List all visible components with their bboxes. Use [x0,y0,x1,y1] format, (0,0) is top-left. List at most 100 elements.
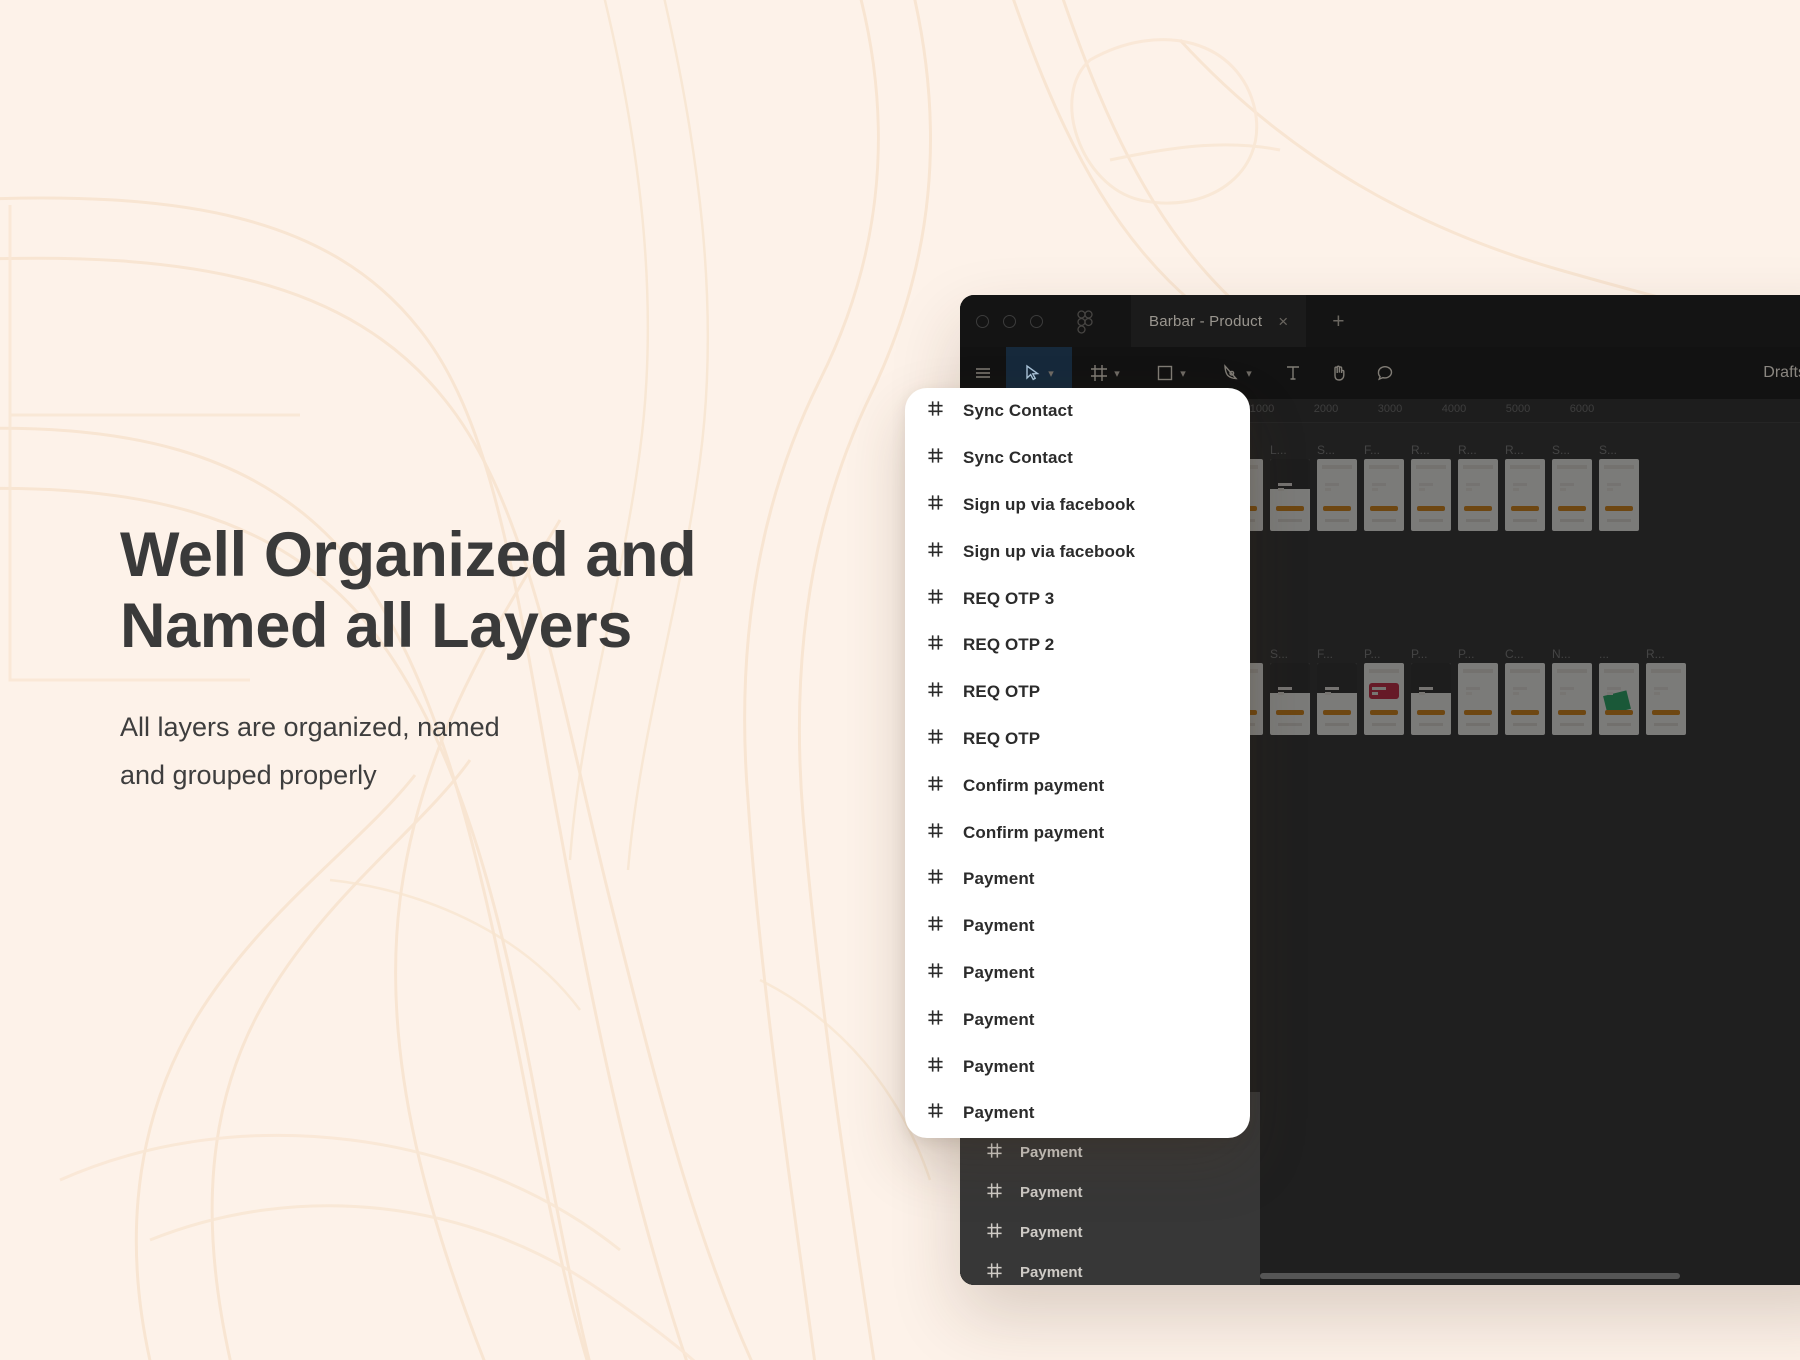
layer-item-label: Payment [1020,1183,1083,1201]
frame-label: R... [1458,443,1477,457]
text-icon[interactable] [1270,347,1316,399]
layer-list-item[interactable]: Payment [905,996,1250,1043]
page-subtitle: All layers are organized, named and grou… [120,712,500,791]
layer-item-label: Payment [1020,1143,1083,1161]
layer-item-label: Payment [963,916,1035,936]
frame-label: S... [1552,443,1571,457]
artboard-thumbnail[interactable] [1317,663,1357,735]
page-root: Well Organized and Named all Layers All … [0,0,1800,1360]
artboard-thumbnail[interactable] [1599,663,1639,735]
layer-list-item[interactable]: REQ OTP 3 [905,575,1250,622]
frame-label: F... [1317,647,1334,661]
layer-item-label: Sync Contact [963,448,1073,468]
frame-hash-icon [927,1009,944,1031]
layer-list-item[interactable]: Sync Contact [905,388,1250,435]
layer-item-label: Sign up via facebook [963,541,1136,561]
window-controls[interactable] [976,314,1043,328]
layer-item-label: Payment [963,1056,1035,1076]
layer-list-item[interactable]: Payment [905,856,1250,903]
artboard-thumbnail[interactable] [1552,459,1592,531]
layer-list-item[interactable]: Payment [960,1172,1260,1212]
layer-list-item[interactable]: Sync Contact [905,435,1250,482]
frame-hash-icon [927,400,944,422]
layer-item-label: Confirm payment [963,775,1105,795]
ruler-tick-label: 2000 [1313,403,1339,415]
hand-icon[interactable] [1316,347,1362,399]
layers-popup[interactable]: Sync Contact Sync Contact Sign up via face… [905,388,1250,1138]
layer-list-item[interactable]: Payment [905,903,1250,950]
horizontal-scrollbar[interactable] [1260,1273,1680,1279]
artboard-thumbnail[interactable] [1270,459,1310,531]
breadcrumb: Drafts / Ba [1763,347,1800,399]
artboard-thumbnail[interactable] [1458,663,1498,735]
frame-hash-icon [927,868,944,890]
close-window-icon[interactable] [976,314,989,328]
frame-label: P... [1364,647,1381,661]
hero-copy: Well Organized and Named all Layers All … [120,520,880,799]
layer-item-label: REQ OTP 3 [963,588,1055,608]
new-tab-icon[interactable]: + [1332,311,1344,332]
frame-hash-icon [927,634,944,656]
layer-list-item[interactable]: Confirm payment [905,762,1250,809]
layer-list-item[interactable]: Payment [905,1090,1250,1137]
ruler-tick-label: 4000 [1441,403,1467,415]
layer-item-label: Payment [963,869,1035,889]
frame-label: S... [1270,647,1289,661]
frame-label: S... [1599,443,1618,457]
chevron-down-icon[interactable]: ▾ [1246,367,1252,380]
artboard-thumbnail[interactable] [1552,663,1592,735]
layer-list-item[interactable]: Payment [960,1252,1260,1285]
maximize-window-icon[interactable] [1030,314,1043,328]
layer-list-item[interactable]: Payment [905,950,1250,997]
frame-label: N... [1552,647,1571,661]
ruler-tick-label: 6000 [1569,403,1595,415]
layer-list-item[interactable]: Sign up via facebook [905,528,1250,575]
layer-list-item[interactable]: REQ OTP 2 [905,622,1250,669]
frame-hash-icon [986,1142,1003,1163]
layer-list-item[interactable]: Payment [960,1132,1260,1172]
layer-item-label: Payment [1020,1263,1083,1281]
artboard-thumbnail[interactable] [1646,663,1686,735]
artboard-thumbnail[interactable] [1270,663,1310,735]
artboard-thumbnail[interactable] [1364,663,1404,735]
layer-item-label: Payment [963,1103,1035,1123]
minimize-window-icon[interactable] [1003,314,1016,328]
chevron-down-icon[interactable]: ▾ [1180,367,1186,380]
document-tab[interactable]: Barbar - Product × [1131,295,1307,347]
layer-list-item[interactable]: Confirm payment [905,809,1250,856]
frame-label: R... [1505,443,1524,457]
layer-list-item[interactable]: Payment [905,1043,1250,1090]
frame-hash-icon [927,588,944,610]
layer-item-label: REQ OTP [963,682,1041,702]
frame-hash-icon [927,681,944,703]
layer-item-label: REQ OTP [963,728,1041,748]
frame-label: P... [1458,647,1475,661]
chevron-down-icon[interactable]: ▾ [1114,367,1120,380]
layer-list-item[interactable]: REQ OTP [905,669,1250,716]
artboard-thumbnail[interactable] [1505,663,1545,735]
ruler-tick-label: 5000 [1505,403,1531,415]
frame-hash-icon [927,1056,944,1078]
artboard-thumbnail[interactable] [1317,459,1357,531]
chevron-down-icon[interactable]: ▾ [1048,367,1054,380]
comment-icon[interactable] [1362,347,1408,399]
frame-label: ... [1599,647,1610,661]
layer-list-item[interactable]: Sign up via facebook [905,482,1250,529]
close-tab-icon[interactable]: × [1278,313,1288,330]
frame-hash-icon [986,1262,1003,1283]
artboard-thumbnail[interactable] [1364,459,1404,531]
frame-label: R... [1411,443,1430,457]
layer-list-item[interactable]: Payment [960,1212,1260,1252]
breadcrumb-root[interactable]: Drafts [1763,364,1800,382]
frame-label: L... [1270,443,1287,457]
artboard-thumbnail[interactable] [1411,459,1451,531]
layer-item-label: Payment [1020,1223,1083,1241]
artboard-thumbnail[interactable] [1411,663,1451,735]
artboard-thumbnail[interactable] [1458,459,1498,531]
page-title: Well Organized and Named all Layers [120,520,697,661]
artboard-thumbnail[interactable] [1599,459,1639,531]
frame-hash-icon [986,1222,1003,1243]
layer-list-item[interactable]: REQ OTP [905,716,1250,763]
artboard-thumbnail[interactable] [1505,459,1545,531]
frame-label: F... [1364,443,1381,457]
